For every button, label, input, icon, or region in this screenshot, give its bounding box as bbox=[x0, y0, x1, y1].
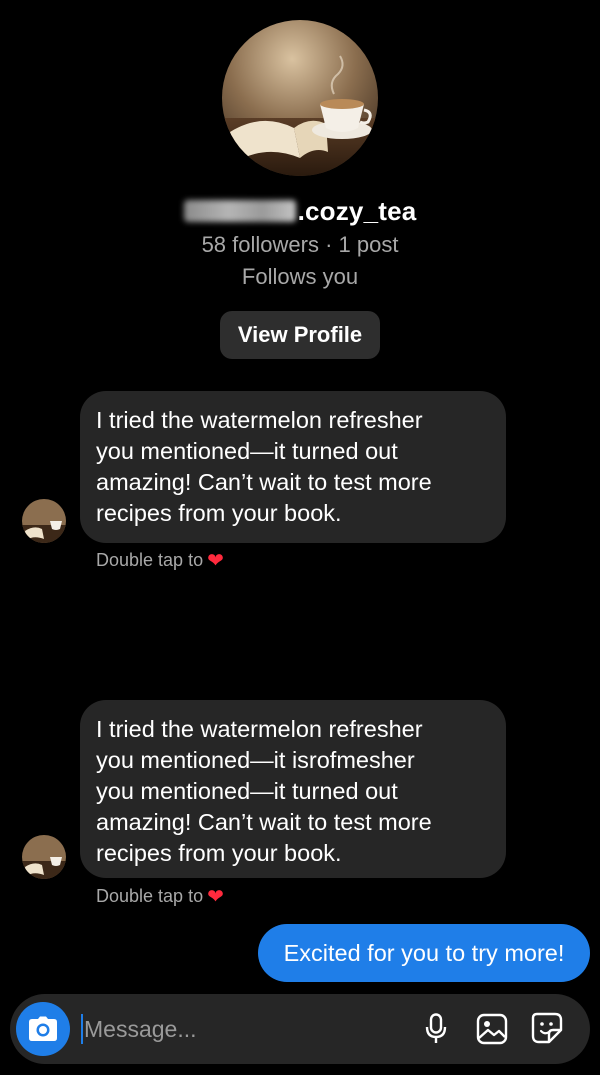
outgoing-message-bubble[interactable]: Excited for you to try more! bbox=[258, 924, 590, 982]
heart-icon: ❤ bbox=[207, 550, 224, 572]
profile-avatar[interactable] bbox=[222, 20, 378, 176]
double-tap-hint: Double tap to ❤ bbox=[96, 548, 224, 573]
double-tap-text: Double tap to bbox=[96, 550, 204, 570]
gallery-icon bbox=[476, 1013, 508, 1045]
sticker-icon bbox=[531, 1012, 563, 1044]
view-profile-button[interactable]: View Profile bbox=[220, 311, 380, 359]
incoming-message-bubble[interactable]: I tried the watermelon refresher you men… bbox=[80, 700, 506, 878]
username-redacted bbox=[183, 200, 296, 222]
sender-avatar[interactable] bbox=[22, 835, 66, 879]
sender-avatar[interactable] bbox=[22, 499, 66, 543]
double-tap-text: Double tap to bbox=[96, 886, 204, 906]
message-input[interactable] bbox=[84, 1008, 404, 1050]
text-cursor bbox=[81, 1014, 83, 1044]
profile-username: .cozy_tea bbox=[0, 196, 600, 227]
message-composer bbox=[10, 994, 590, 1064]
followers-count: 58 followers · 1 post bbox=[201, 232, 399, 257]
sticker-button[interactable] bbox=[530, 1011, 566, 1047]
username-suffix: .cozy_tea bbox=[297, 196, 417, 226]
follows-you-label: Follows you bbox=[241, 264, 359, 289]
camera-button[interactable] bbox=[16, 1002, 70, 1056]
camera-icon bbox=[29, 1016, 57, 1041]
microphone-icon bbox=[425, 1013, 447, 1043]
heart-icon: ❤ bbox=[207, 886, 224, 908]
double-tap-hint: Double tap to ❤ bbox=[96, 884, 224, 909]
chat-screen: .cozy_tea 58 followers · 1 post Follows … bbox=[0, 0, 600, 1075]
gallery-button[interactable] bbox=[474, 1011, 510, 1047]
incoming-message-bubble[interactable]: I tried the watermelon refresher you men… bbox=[80, 391, 506, 543]
microphone-button[interactable] bbox=[418, 1011, 454, 1047]
